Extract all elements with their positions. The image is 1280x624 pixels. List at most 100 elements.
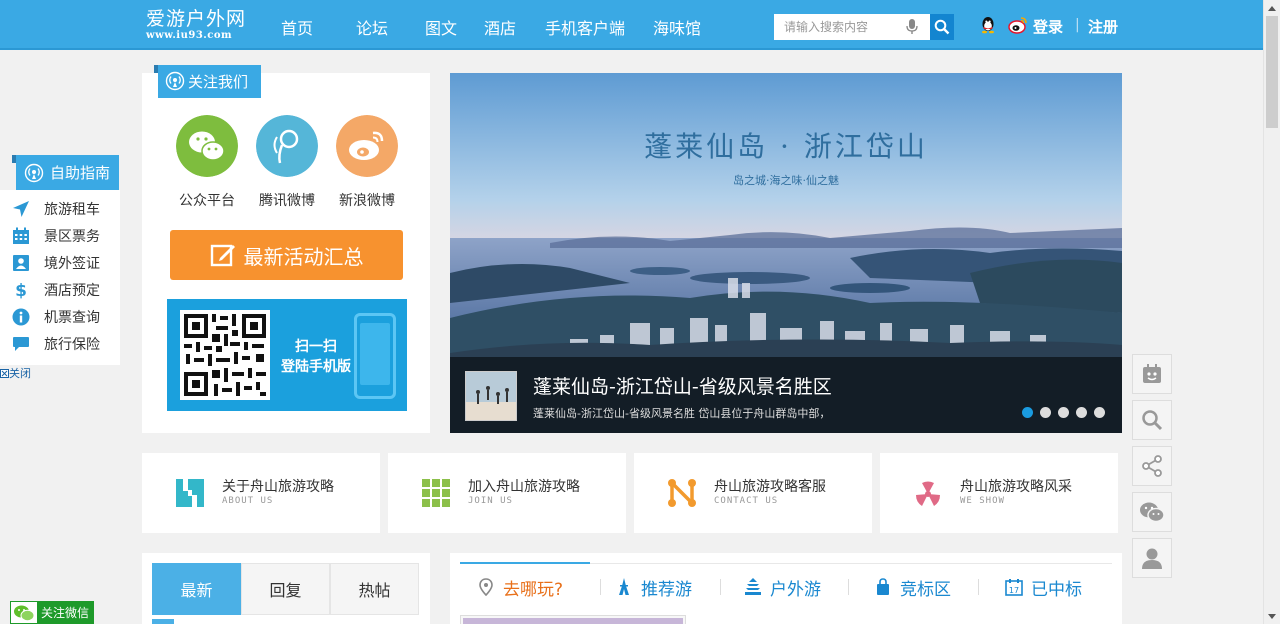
- weibo-login-icon[interactable]: [1008, 16, 1028, 34]
- scroll-down-arrow-icon[interactable]: [1264, 608, 1280, 624]
- follow-us-panel: 关注我们 公众平台 腾讯微博 新浪微博 最新活动汇总 扫一扫 登陆手机版: [142, 65, 430, 433]
- qr-scan-label: 扫一扫: [295, 339, 337, 355]
- follow-us-title: 关注我们: [188, 73, 249, 91]
- nav-gallery[interactable]: 图文: [425, 15, 457, 39]
- tab-separator: [848, 579, 849, 595]
- tab-hot[interactable]: 热帖: [330, 563, 419, 615]
- guide-list: 旅游租车 景区票务 境外签证 $ 酒店预定 机票查询 旅行保险: [0, 190, 120, 365]
- nav-seafood[interactable]: 海味馆: [653, 15, 701, 39]
- tab-recommended[interactable]: 推荐游: [615, 575, 692, 600]
- tab-where-to-go[interactable]: 去哪玩?: [477, 575, 563, 600]
- wechat-icon[interactable]: [176, 115, 238, 177]
- guide-item-car-rental[interactable]: 旅游租车: [0, 195, 120, 222]
- sina-weibo-label: 新浪微博: [339, 193, 395, 209]
- search-button[interactable]: [930, 14, 954, 40]
- slide-dot-3[interactable]: [1058, 407, 1069, 418]
- tab-bidding[interactable]: 竞标区: [874, 575, 951, 600]
- card-title: 舟山旅游攻略客服: [714, 479, 826, 495]
- banner-headline: 蓬莱仙岛 · 浙江岱山: [644, 130, 928, 163]
- about-us-icon: [176, 479, 204, 507]
- sina-weibo-icon[interactable]: [336, 115, 398, 177]
- close-guide-link[interactable]: 关闭: [0, 365, 31, 381]
- forum-posts-panel: 最新 回复 热帖: [142, 553, 430, 624]
- navigation-arrow-icon: [13, 200, 29, 217]
- mobile-phone-icon: [354, 313, 396, 399]
- tab-label: 推荐游: [641, 579, 692, 600]
- qr-text: 扫一扫 登陆手机版: [271, 337, 361, 377]
- guide-item-tickets[interactable]: 景区票务: [0, 222, 120, 249]
- tab-separator: [978, 579, 979, 595]
- nav-hotel[interactable]: 酒店: [484, 15, 516, 39]
- nav-home[interactable]: 首页: [281, 15, 313, 39]
- login-link[interactable]: 登录: [1033, 16, 1063, 37]
- tab-label: 竞标区: [900, 579, 951, 600]
- login-separator: |: [1075, 17, 1080, 33]
- slide-dot-4[interactable]: [1076, 407, 1087, 418]
- follow-wechat-button[interactable]: 关注微信: [10, 601, 94, 624]
- slide-dot-1[interactable]: [1022, 407, 1033, 418]
- list-marker: [152, 619, 174, 624]
- latest-activities-button[interactable]: 最新活动汇总: [170, 230, 403, 280]
- logo-title: 爱游户外网: [146, 8, 247, 30]
- banner-caption-bar: 蓬莱仙岛-浙江岱山-省级风景名胜区 蓬莱仙岛-浙江岱山-省级风景名胜 岱山县位于…: [450, 357, 1122, 433]
- tab-latest[interactable]: 最新: [152, 563, 241, 615]
- vertical-scrollbar[interactable]: [1263, 0, 1280, 624]
- calendar-icon: 17: [1005, 579, 1023, 596]
- qq-login-icon[interactable]: [980, 16, 996, 34]
- nav-mobile-client[interactable]: 手机客户端: [545, 15, 625, 39]
- edit-icon: [210, 244, 235, 267]
- slide-dot-2[interactable]: [1040, 407, 1051, 418]
- tower-icon: [619, 578, 629, 595]
- card-join-us[interactable]: 加入舟山旅游攻略 JOIN US: [388, 453, 626, 533]
- card-contact-us[interactable]: 舟山旅游攻略客服 CONTACT US: [634, 453, 872, 533]
- float-button-share[interactable]: [1132, 446, 1172, 486]
- robot-face-icon: [1143, 364, 1161, 383]
- card-subtitle: CONTACT US: [714, 496, 779, 506]
- scrollbar-thumb[interactable]: [1266, 16, 1278, 128]
- dollar-icon: $: [15, 281, 27, 299]
- slide-dot-5[interactable]: [1094, 407, 1105, 418]
- active-tab-indicator: [460, 562, 590, 564]
- wechat-label: 公众平台: [179, 193, 235, 209]
- banner-thumbnail[interactable]: [465, 371, 517, 421]
- register-link[interactable]: 注册: [1088, 16, 1118, 37]
- wechat-icon: [1140, 502, 1165, 523]
- tab-outdoor[interactable]: 户外游: [744, 575, 821, 600]
- microphone-icon[interactable]: [906, 19, 918, 35]
- guide-header: 自助指南: [12, 155, 119, 190]
- nav-forum[interactable]: 论坛: [356, 15, 388, 39]
- tencent-weibo-icon[interactable]: [256, 115, 318, 177]
- site-logo[interactable]: 爱游户外网 www.iu93.com: [146, 8, 246, 42]
- card-we-show[interactable]: 舟山旅游攻略风采 WE SHOW: [880, 453, 1118, 533]
- tencent-weibo-label: 腾讯微博: [259, 193, 315, 209]
- banner-caption[interactable]: 蓬莱仙岛-浙江岱山-省级风景名胜区: [533, 372, 832, 399]
- float-button-robot[interactable]: [1132, 354, 1172, 394]
- info-icon: [12, 308, 30, 325]
- banner-description: 蓬莱仙岛-浙江岱山-省级风景名胜 岱山县位于舟山群岛中部，: [533, 407, 831, 420]
- tab-replies[interactable]: 回复: [241, 563, 330, 615]
- guide-item-label: 旅游租车: [44, 201, 100, 218]
- svg-text:$: $: [15, 281, 27, 299]
- card-about-us[interactable]: 关于舟山旅游攻略 ABOUT US: [142, 453, 380, 533]
- float-button-customer-service[interactable]: [1132, 538, 1172, 578]
- guide-item-hotel[interactable]: $ 酒店预定: [0, 276, 120, 303]
- mobile-qr-promo[interactable]: 扫一扫 登陆手机版: [167, 299, 407, 411]
- tab-awarded[interactable]: 17 已中标: [1005, 575, 1082, 600]
- guide-item-flight[interactable]: 机票查询: [0, 303, 120, 330]
- shopping-bag-icon: [877, 578, 889, 595]
- location-pin-icon: [479, 578, 493, 596]
- float-button-wechat[interactable]: [1132, 492, 1172, 532]
- scroll-up-arrow-icon[interactable]: [1264, 0, 1280, 16]
- card-title: 关于舟山旅游攻略: [222, 479, 334, 495]
- hero-banner[interactable]: 蓬莱仙岛 · 浙江岱山 岛之城·海之味·仙之魅 蓬莱仙岛-浙江岱山-省级风景名胜…: [450, 73, 1122, 433]
- guide-title: 自助指南: [50, 164, 111, 182]
- float-button-search[interactable]: [1132, 400, 1172, 440]
- qr-code-image: [180, 310, 270, 400]
- wechat-small-icon: [10, 601, 38, 624]
- logo-url: www.iu93.com: [146, 30, 233, 41]
- radiation-icon: [915, 481, 941, 506]
- guide-item-insurance[interactable]: 旅行保险: [0, 330, 120, 357]
- latest-activities-label: 最新活动汇总: [243, 244, 364, 269]
- guide-item-visa[interactable]: 境外签证: [0, 249, 120, 276]
- guide-item-label: 景区票务: [44, 228, 100, 245]
